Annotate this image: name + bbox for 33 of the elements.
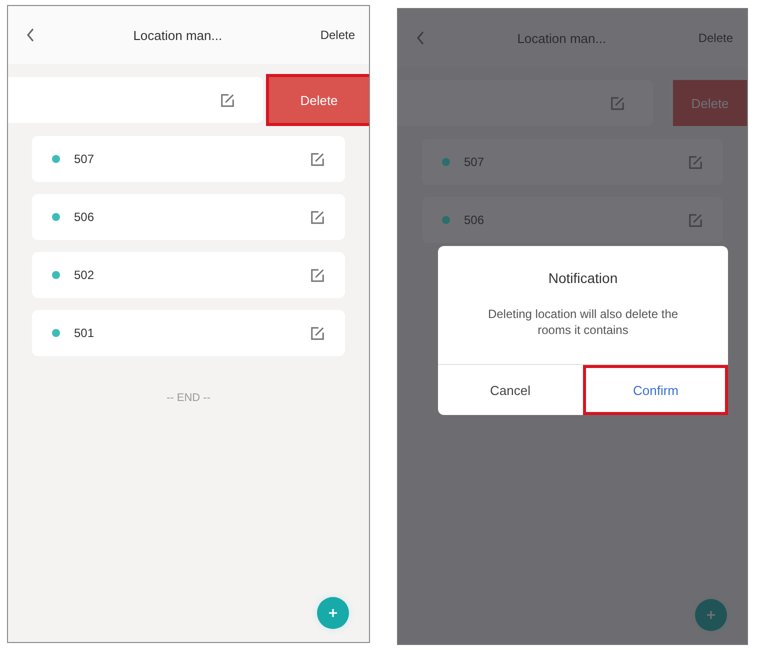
location-row[interactable]: 502 [32,252,345,298]
location-row[interactable]: 506 [32,194,345,240]
location-name: 502 [74,268,96,282]
edit-icon[interactable] [310,268,325,282]
edit-icon[interactable] [688,212,703,228]
edit-icon[interactable] [220,92,235,108]
back-icon[interactable] [26,28,35,42]
page-title: Location man... [132,28,224,42]
plus-icon [706,610,716,620]
location-name: 506 [464,213,486,227]
location-name: 501 [74,326,96,340]
location-name: 507 [464,155,486,169]
page-title: Location man... [516,30,608,46]
location-row[interactable]: 501 [32,310,345,356]
edit-icon[interactable] [610,96,625,110]
dialog-title: Notification [547,270,619,286]
plus-icon [328,608,338,618]
back-icon[interactable] [416,31,425,45]
cancel-button[interactable]: Cancel [438,365,582,416]
location-row[interactable]: 507 [32,136,345,182]
add-button[interactable] [695,599,727,631]
delete-link[interactable]: Delete [320,28,355,42]
location-name: 506 [74,210,96,224]
edit-icon[interactable] [688,154,703,170]
edit-icon[interactable] [310,326,325,340]
dialog-message: Deleting location will also delete the rooms it contains [486,306,680,338]
delete-button[interactable]: Delete [269,77,369,123]
edit-icon[interactable] [310,210,325,224]
edit-icon[interactable] [310,152,325,166]
confirm-button[interactable]: Confirm [582,365,728,416]
location-name: 507 [74,152,96,166]
end-label: -- END -- [166,392,212,404]
add-button[interactable] [317,597,349,629]
